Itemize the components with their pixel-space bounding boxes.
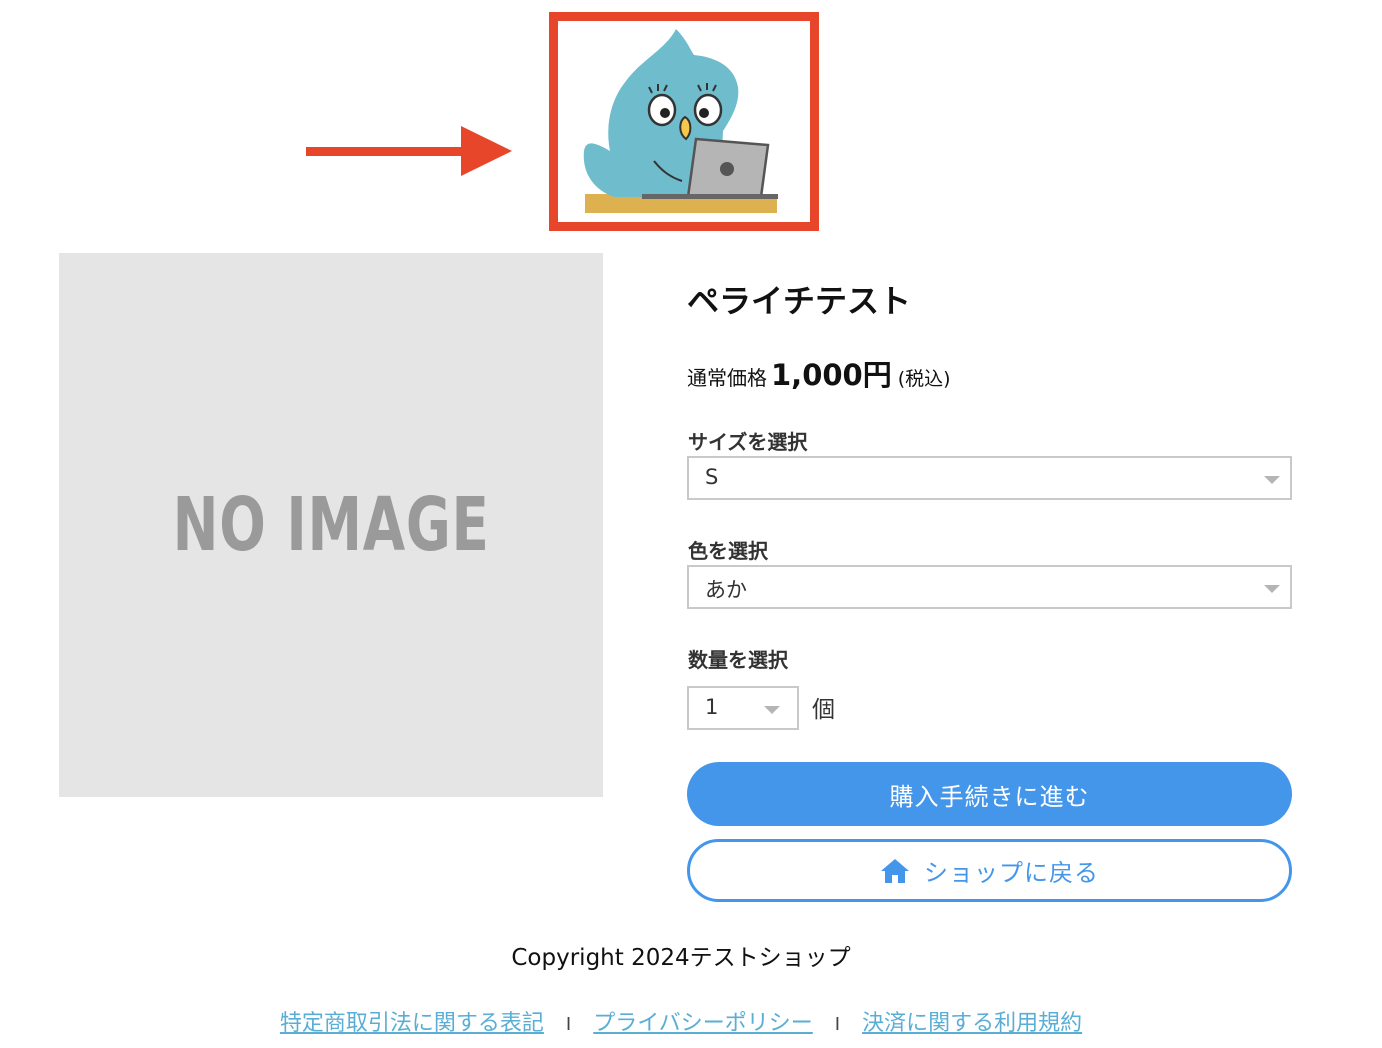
- product-image-placeholder: NO IMAGE: [59, 253, 603, 797]
- home-icon: [881, 858, 909, 883]
- price-value: 1,000円: [771, 358, 892, 392]
- price-row: 通常価格 1,000円 (税込): [687, 352, 951, 394]
- color-select-label: 色を選択: [688, 539, 768, 563]
- quantity-select-label: 数量を選択: [688, 648, 788, 672]
- purchase-button-label: 購入手続きに進む: [889, 782, 1090, 811]
- back-to-shop-button[interactable]: ショップに戻る: [687, 839, 1292, 902]
- footer-separator: I: [834, 1014, 841, 1035]
- footer-link-privacy[interactable]: プライバシーポリシー: [593, 1011, 813, 1036]
- bird-logo-icon: [583, 29, 778, 213]
- chevron-down-icon: [764, 706, 780, 714]
- chevron-down-icon: [1264, 585, 1280, 593]
- footer-links: 特定商取引法に関する表記 I プライバシーポリシー I 決済に関する利用規約: [0, 1005, 1362, 1037]
- quantity-select-value: 1: [705, 695, 719, 719]
- product-title: ペライチテスト: [687, 282, 912, 320]
- color-select[interactable]: あか: [687, 565, 1292, 609]
- price-tax-note: (税込): [897, 368, 951, 390]
- chevron-down-icon: [1264, 476, 1280, 484]
- size-select[interactable]: S: [687, 456, 1292, 500]
- size-select-value: S: [705, 465, 719, 489]
- footer-link-tokushoho[interactable]: 特定商取引法に関する表記: [280, 1011, 544, 1036]
- purchase-button[interactable]: 購入手続きに進む: [687, 762, 1292, 826]
- quantity-select[interactable]: 1: [687, 686, 799, 730]
- right-arrow-icon: [461, 126, 512, 176]
- no-image-text: NO IMAGE: [172, 482, 490, 568]
- annotation-arrow-shaft: [306, 147, 466, 156]
- shop-logo[interactable]: [549, 12, 819, 231]
- color-select-value: あか: [705, 578, 747, 602]
- footer-separator: I: [565, 1014, 572, 1035]
- price-label: 通常価格: [687, 366, 767, 390]
- quantity-unit: 個: [812, 697, 835, 723]
- copyright-text: Copyright 2024テストショップ: [511, 945, 851, 971]
- footer-link-payment-terms[interactable]: 決済に関する利用規約: [862, 1011, 1082, 1036]
- size-select-label: サイズを選択: [688, 430, 808, 454]
- back-to-shop-label: ショップに戻る: [924, 859, 1099, 887]
